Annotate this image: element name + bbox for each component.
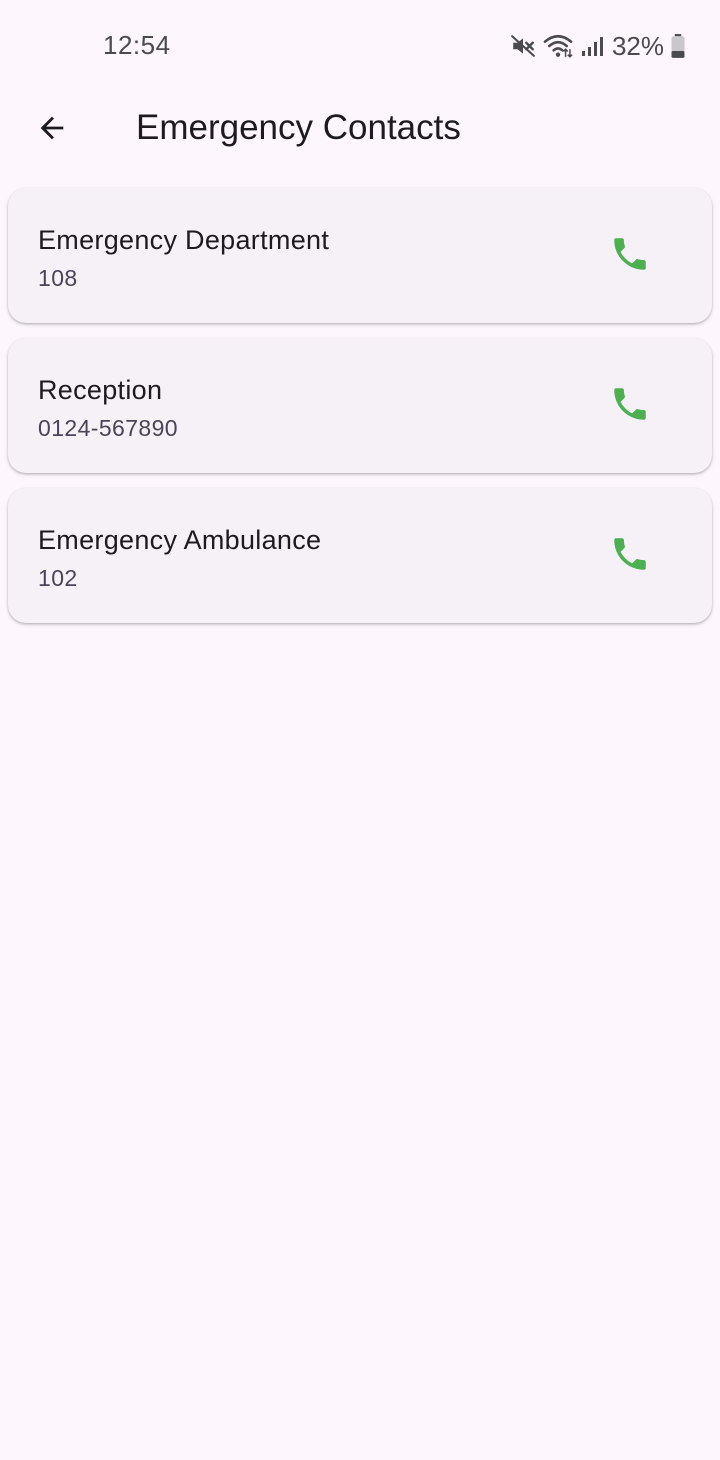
battery-icon xyxy=(670,33,686,59)
contact-number: 102 xyxy=(38,565,78,591)
call-button[interactable] xyxy=(606,382,654,430)
contact-number: 108 xyxy=(38,265,78,291)
mute-icon xyxy=(510,33,536,59)
contact-name: Emergency Ambulance xyxy=(38,525,322,555)
contact-list: Emergency Department 108 Reception 0124-… xyxy=(8,188,712,638)
app-bar: Emergency Contacts xyxy=(0,92,720,168)
contact-number: 0124-567890 xyxy=(38,415,178,441)
contact-card-emergency-ambulance[interactable]: Emergency Ambulance 102 xyxy=(8,488,712,623)
call-button[interactable] xyxy=(606,532,654,580)
contact-card-reception[interactable]: Reception 0124-567890 xyxy=(8,338,712,473)
arrow-back-icon xyxy=(35,111,69,150)
page-title: Emergency Contacts xyxy=(136,108,461,147)
signal-icon xyxy=(580,34,604,58)
contact-card-emergency-department[interactable]: Emergency Department 108 xyxy=(8,188,712,323)
back-button[interactable] xyxy=(26,104,78,156)
contact-name: Emergency Department xyxy=(38,225,330,255)
wifi-icon xyxy=(542,33,574,59)
status-time: 12:54 xyxy=(103,30,171,60)
status-icons: 32% xyxy=(510,28,686,64)
contact-name: Reception xyxy=(38,375,163,405)
phone-icon xyxy=(609,383,651,430)
battery-percent: 32% xyxy=(611,30,664,61)
status-bar: 12:54 32% xyxy=(0,0,720,92)
phone-icon xyxy=(609,233,651,280)
call-button[interactable] xyxy=(606,232,654,280)
phone-icon xyxy=(609,533,651,580)
